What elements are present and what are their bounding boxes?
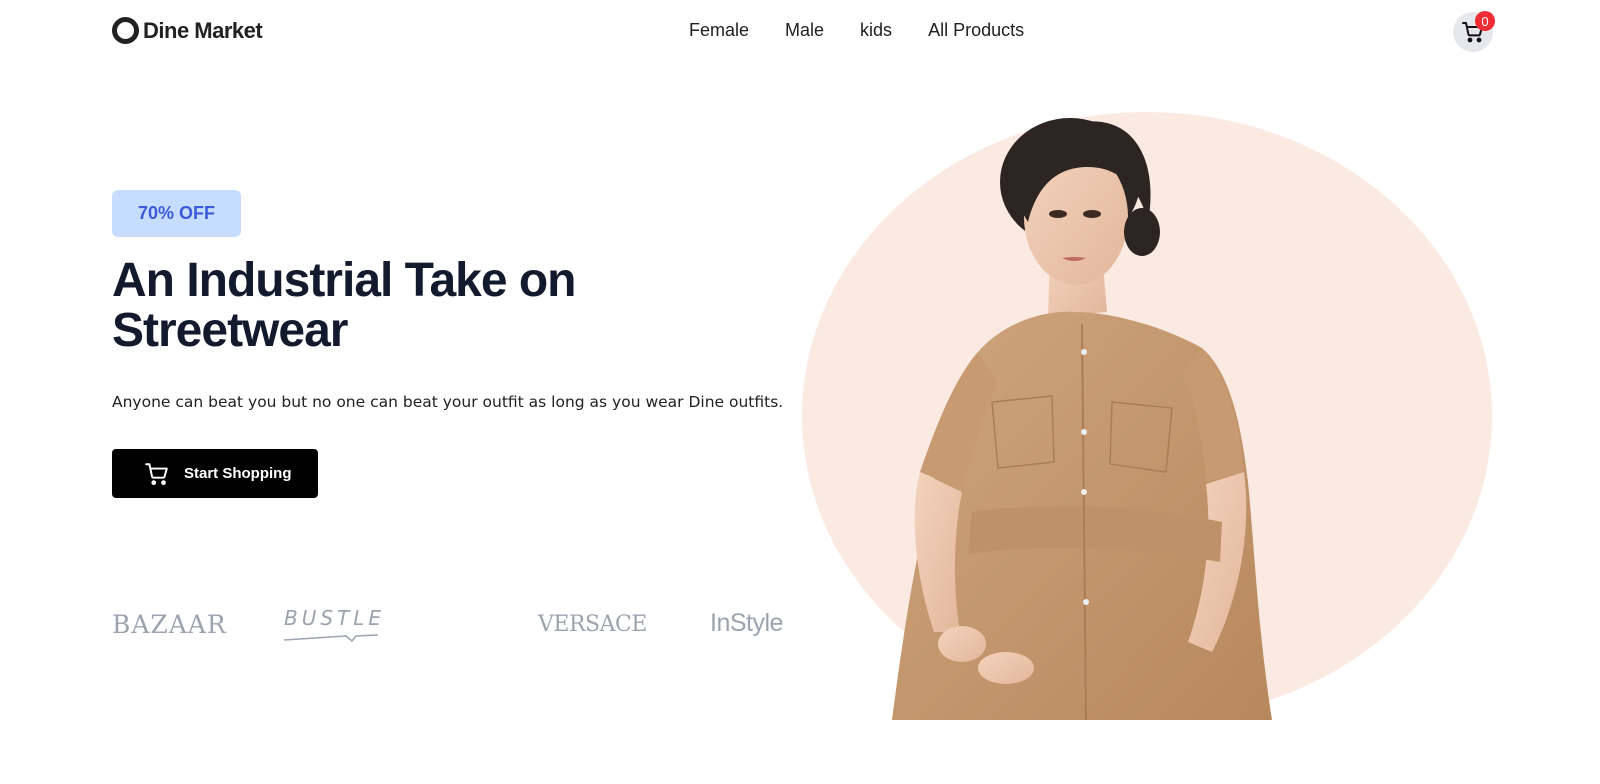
nav-link-male[interactable]: Male [785,20,824,41]
site-header: Dine Market Female Male kids All Product… [0,0,1600,64]
nav-link-all-products[interactable]: All Products [928,20,1024,41]
logo-text: Dine Market [143,17,263,43]
main-nav: Female Male kids All Products [689,20,1024,41]
hero-subtitle: Anyone can beat you but no one can beat … [112,393,784,411]
cart-count-badge: 0 [1475,11,1495,31]
cart-button[interactable]: 0 [1453,11,1495,52]
cart-icon [145,462,168,485]
start-shopping-button[interactable]: Start Shopping [112,449,318,498]
brand-logo-bazaar: BAZAAR [112,610,227,639]
nav-link-kids[interactable]: kids [860,20,892,41]
nav-link-female[interactable]: Female [689,20,749,41]
brand-logo-bustle: BUSTLE [284,606,386,630]
brand-logo-versace: VERSACE [538,612,647,637]
logo-ring-icon [112,17,139,44]
bustle-underline-icon [284,634,378,642]
hero-model-image [892,118,1272,720]
logo[interactable]: Dine Market [112,17,263,44]
brand-logo-instyle: InStyle [710,609,783,637]
hero-title: An Industrial Take on Streetwear [112,254,577,357]
discount-badge: 70% OFF [112,190,241,237]
start-shopping-label: Start Shopping [184,465,292,482]
